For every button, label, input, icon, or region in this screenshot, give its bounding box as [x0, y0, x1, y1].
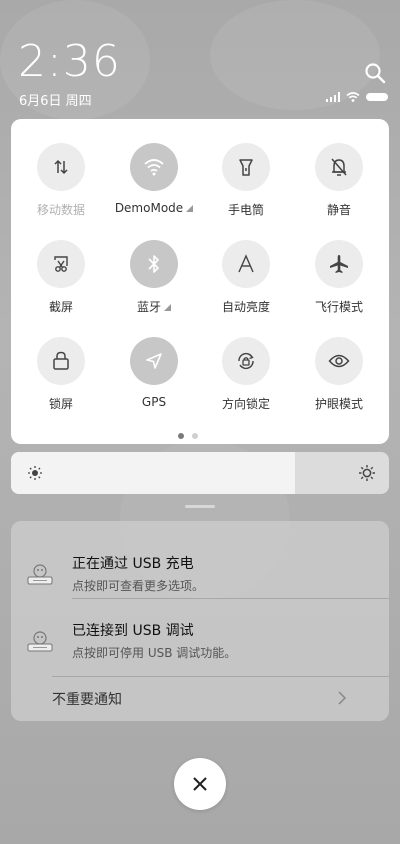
tile-label: 截屏: [48, 300, 73, 314]
app-icon: [27, 564, 53, 585]
page-dot[interactable]: [192, 433, 198, 439]
tile-gps[interactable]: GPS: [109, 337, 199, 409]
app-icon: [27, 631, 53, 652]
tile-label: 方向锁定: [221, 397, 270, 411]
divider: [52, 676, 389, 677]
signal-icon: [326, 92, 340, 102]
notification-title: 已连接到 USB 调试: [72, 623, 194, 639]
notification-panel: 正在通过 USB 充电 点按即可查看更多选项。 已连接到 USB 调试 点按即可…: [11, 521, 389, 721]
more-indicator-icon: [186, 205, 194, 212]
airplane-icon: [315, 240, 363, 288]
wifi-icon: [130, 143, 178, 191]
flashlight-icon: [222, 143, 270, 191]
lock-icon: [37, 337, 85, 385]
status-area: 2:36 6月6日 周四: [0, 0, 400, 118]
tile-rotation-lock[interactable]: 方向锁定: [201, 337, 291, 412]
tile-label: 锁屏: [48, 397, 73, 411]
quick-settings-panel: 移动数据 DemoMode 手电筒 静音 截屏 蓝牙 自动亮度 飞行模式 锁屏 …: [11, 119, 389, 444]
notification-text: 点按即可停用 USB 调试功能。: [72, 646, 237, 660]
tile-auto-brightness[interactable]: 自动亮度: [201, 240, 291, 315]
clock[interactable]: 2:36: [18, 36, 121, 87]
tile-label: 蓝牙: [136, 300, 161, 314]
tile-eye-care[interactable]: 护眼模式: [294, 337, 384, 412]
tile-screenshot[interactable]: 截屏: [16, 240, 106, 315]
tile-label-row: DemoMode: [109, 201, 199, 215]
eye-icon: [315, 337, 363, 385]
tile-label: 护眼模式: [314, 397, 363, 411]
notification-usb-charging[interactable]: 正在通过 USB 充电 点按即可查看更多选项。: [11, 545, 389, 605]
tile-bluetooth[interactable]: 蓝牙: [109, 240, 199, 315]
brightness-fill: [11, 452, 295, 494]
tile-label: 移动数据: [36, 203, 85, 217]
tile-label: 手电筒: [227, 203, 264, 217]
tile-lock-screen[interactable]: 锁屏: [16, 337, 106, 412]
tile-flashlight[interactable]: 手电筒: [201, 143, 291, 218]
close-icon: [193, 777, 207, 791]
date[interactable]: 6月6日 周四: [19, 90, 92, 109]
close-button[interactable]: [174, 758, 226, 810]
drag-handle[interactable]: [185, 505, 215, 508]
brightness-low-icon: [28, 466, 42, 480]
notification-title: 正在通过 USB 充电: [72, 556, 194, 572]
notification-usb-debugging[interactable]: 已连接到 USB 调试 点按即可停用 USB 调试功能。: [11, 612, 389, 672]
tile-wifi[interactable]: DemoMode: [109, 143, 199, 215]
divider: [72, 598, 389, 599]
notification-text: 点按即可查看更多选项。: [72, 579, 205, 593]
bluetooth-icon: [130, 240, 178, 288]
auto-brightness-icon: [222, 240, 270, 288]
page-dot[interactable]: [178, 433, 184, 439]
unimportant-notifications-link[interactable]: 不重要通知: [52, 689, 122, 709]
location-icon: [130, 337, 178, 385]
brightness-slider[interactable]: [11, 452, 389, 494]
page-indicator: [178, 433, 198, 439]
search-icon[interactable]: [364, 62, 386, 84]
tile-label: 飞行模式: [314, 300, 363, 314]
status-indicators: [326, 92, 388, 102]
tile-airplane[interactable]: 飞行模式: [294, 240, 384, 315]
screenshot-icon: [37, 240, 85, 288]
bell-off-icon: [315, 143, 363, 191]
tile-label: DemoMode: [114, 201, 184, 215]
mobile-data-icon: [37, 143, 85, 191]
chevron-right-icon[interactable]: [335, 689, 349, 707]
wifi-status-icon: [346, 92, 360, 102]
tile-label: 自动亮度: [221, 300, 270, 314]
rotation-lock-icon: [222, 337, 270, 385]
tile-label: GPS: [141, 395, 167, 409]
brightness-high-icon: [359, 465, 375, 481]
tile-silent[interactable]: 静音: [294, 143, 384, 218]
tile-mobile-data[interactable]: 移动数据: [16, 143, 106, 218]
tile-label: 静音: [326, 203, 351, 217]
tile-label-row: 蓝牙: [109, 298, 199, 315]
battery-icon: [366, 93, 388, 101]
more-indicator-icon: [164, 304, 171, 311]
